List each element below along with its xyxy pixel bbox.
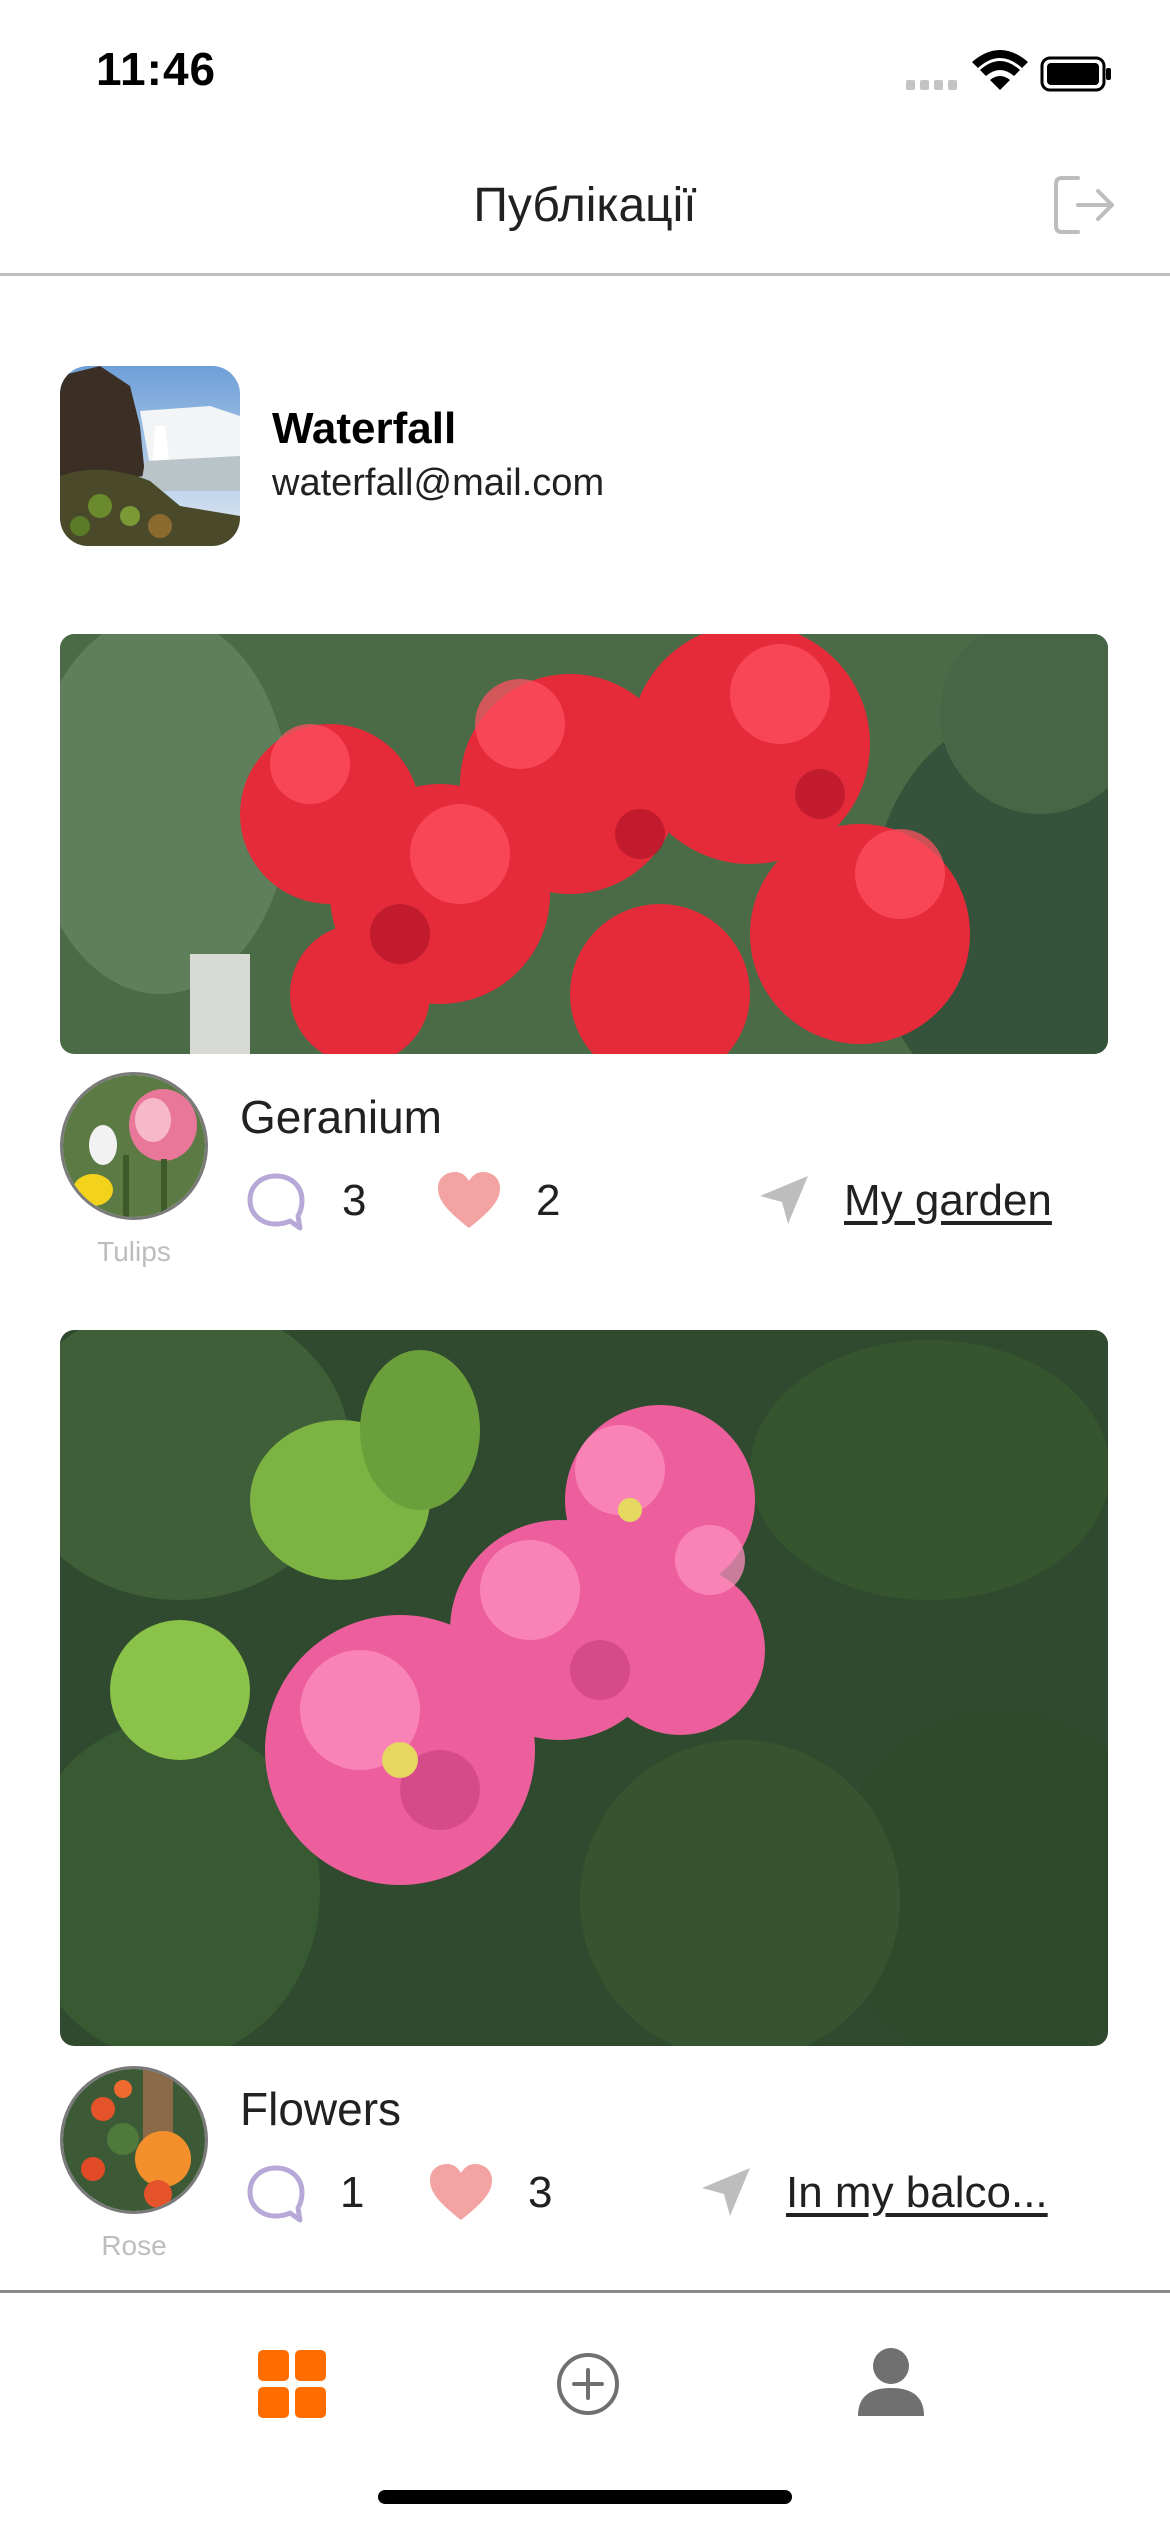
comments-count: 3 bbox=[342, 1176, 367, 1225]
tab-create-post[interactable] bbox=[554, 2350, 622, 2418]
post-thumbnail[interactable] bbox=[60, 1072, 208, 1220]
status-icons bbox=[906, 50, 1111, 92]
post-title: Geranium bbox=[240, 1091, 442, 1143]
comment-icon bbox=[247, 2165, 305, 2223]
battery-icon bbox=[1040, 56, 1111, 92]
header-divider bbox=[0, 273, 1170, 276]
post-location-link[interactable]: My garden bbox=[844, 1176, 1052, 1226]
profile-avatar bbox=[60, 366, 240, 546]
home-indicator bbox=[378, 2490, 792, 2504]
likes-count: 2 bbox=[536, 1176, 561, 1225]
profile-email: waterfall@mail.com bbox=[272, 462, 605, 504]
tab-bar-divider bbox=[0, 2290, 1170, 2293]
heart-icon bbox=[438, 1172, 500, 1228]
like-button[interactable] bbox=[428, 2162, 494, 2224]
thumbnail-label: Tulips bbox=[97, 1236, 171, 1267]
likes-count: 3 bbox=[528, 2168, 553, 2217]
comments-button[interactable] bbox=[244, 1170, 308, 1234]
add-circle-icon bbox=[557, 2353, 619, 2415]
thumbnail-label: Rose bbox=[101, 2230, 167, 2261]
comments-button[interactable] bbox=[244, 2162, 308, 2226]
page-title: Публікації bbox=[473, 179, 697, 232]
post-image[interactable] bbox=[60, 1330, 1108, 2046]
signal-icon bbox=[906, 80, 957, 90]
location-icon bbox=[698, 2164, 754, 2220]
location-icon bbox=[756, 1172, 812, 1228]
logout-icon bbox=[1054, 176, 1114, 234]
tab-posts[interactable] bbox=[256, 2348, 328, 2420]
comments-count: 1 bbox=[340, 2168, 365, 2217]
user-icon bbox=[858, 2348, 924, 2416]
heart-icon bbox=[430, 2164, 492, 2220]
profile-name: Waterfall bbox=[272, 404, 457, 453]
status-time: 11:46 bbox=[96, 43, 217, 95]
tab-profile[interactable] bbox=[856, 2346, 926, 2418]
post-title: Flowers bbox=[240, 2083, 402, 2135]
logout-button[interactable] bbox=[1048, 168, 1122, 242]
wifi-icon bbox=[972, 50, 1028, 90]
comment-icon bbox=[247, 1173, 305, 1231]
post-location-link[interactable]: In my balco... bbox=[786, 2168, 1048, 2218]
grid-icon bbox=[258, 2350, 326, 2418]
post-thumbnail[interactable] bbox=[60, 2066, 208, 2214]
post-image[interactable] bbox=[60, 634, 1108, 1054]
like-button[interactable] bbox=[436, 1170, 502, 1232]
